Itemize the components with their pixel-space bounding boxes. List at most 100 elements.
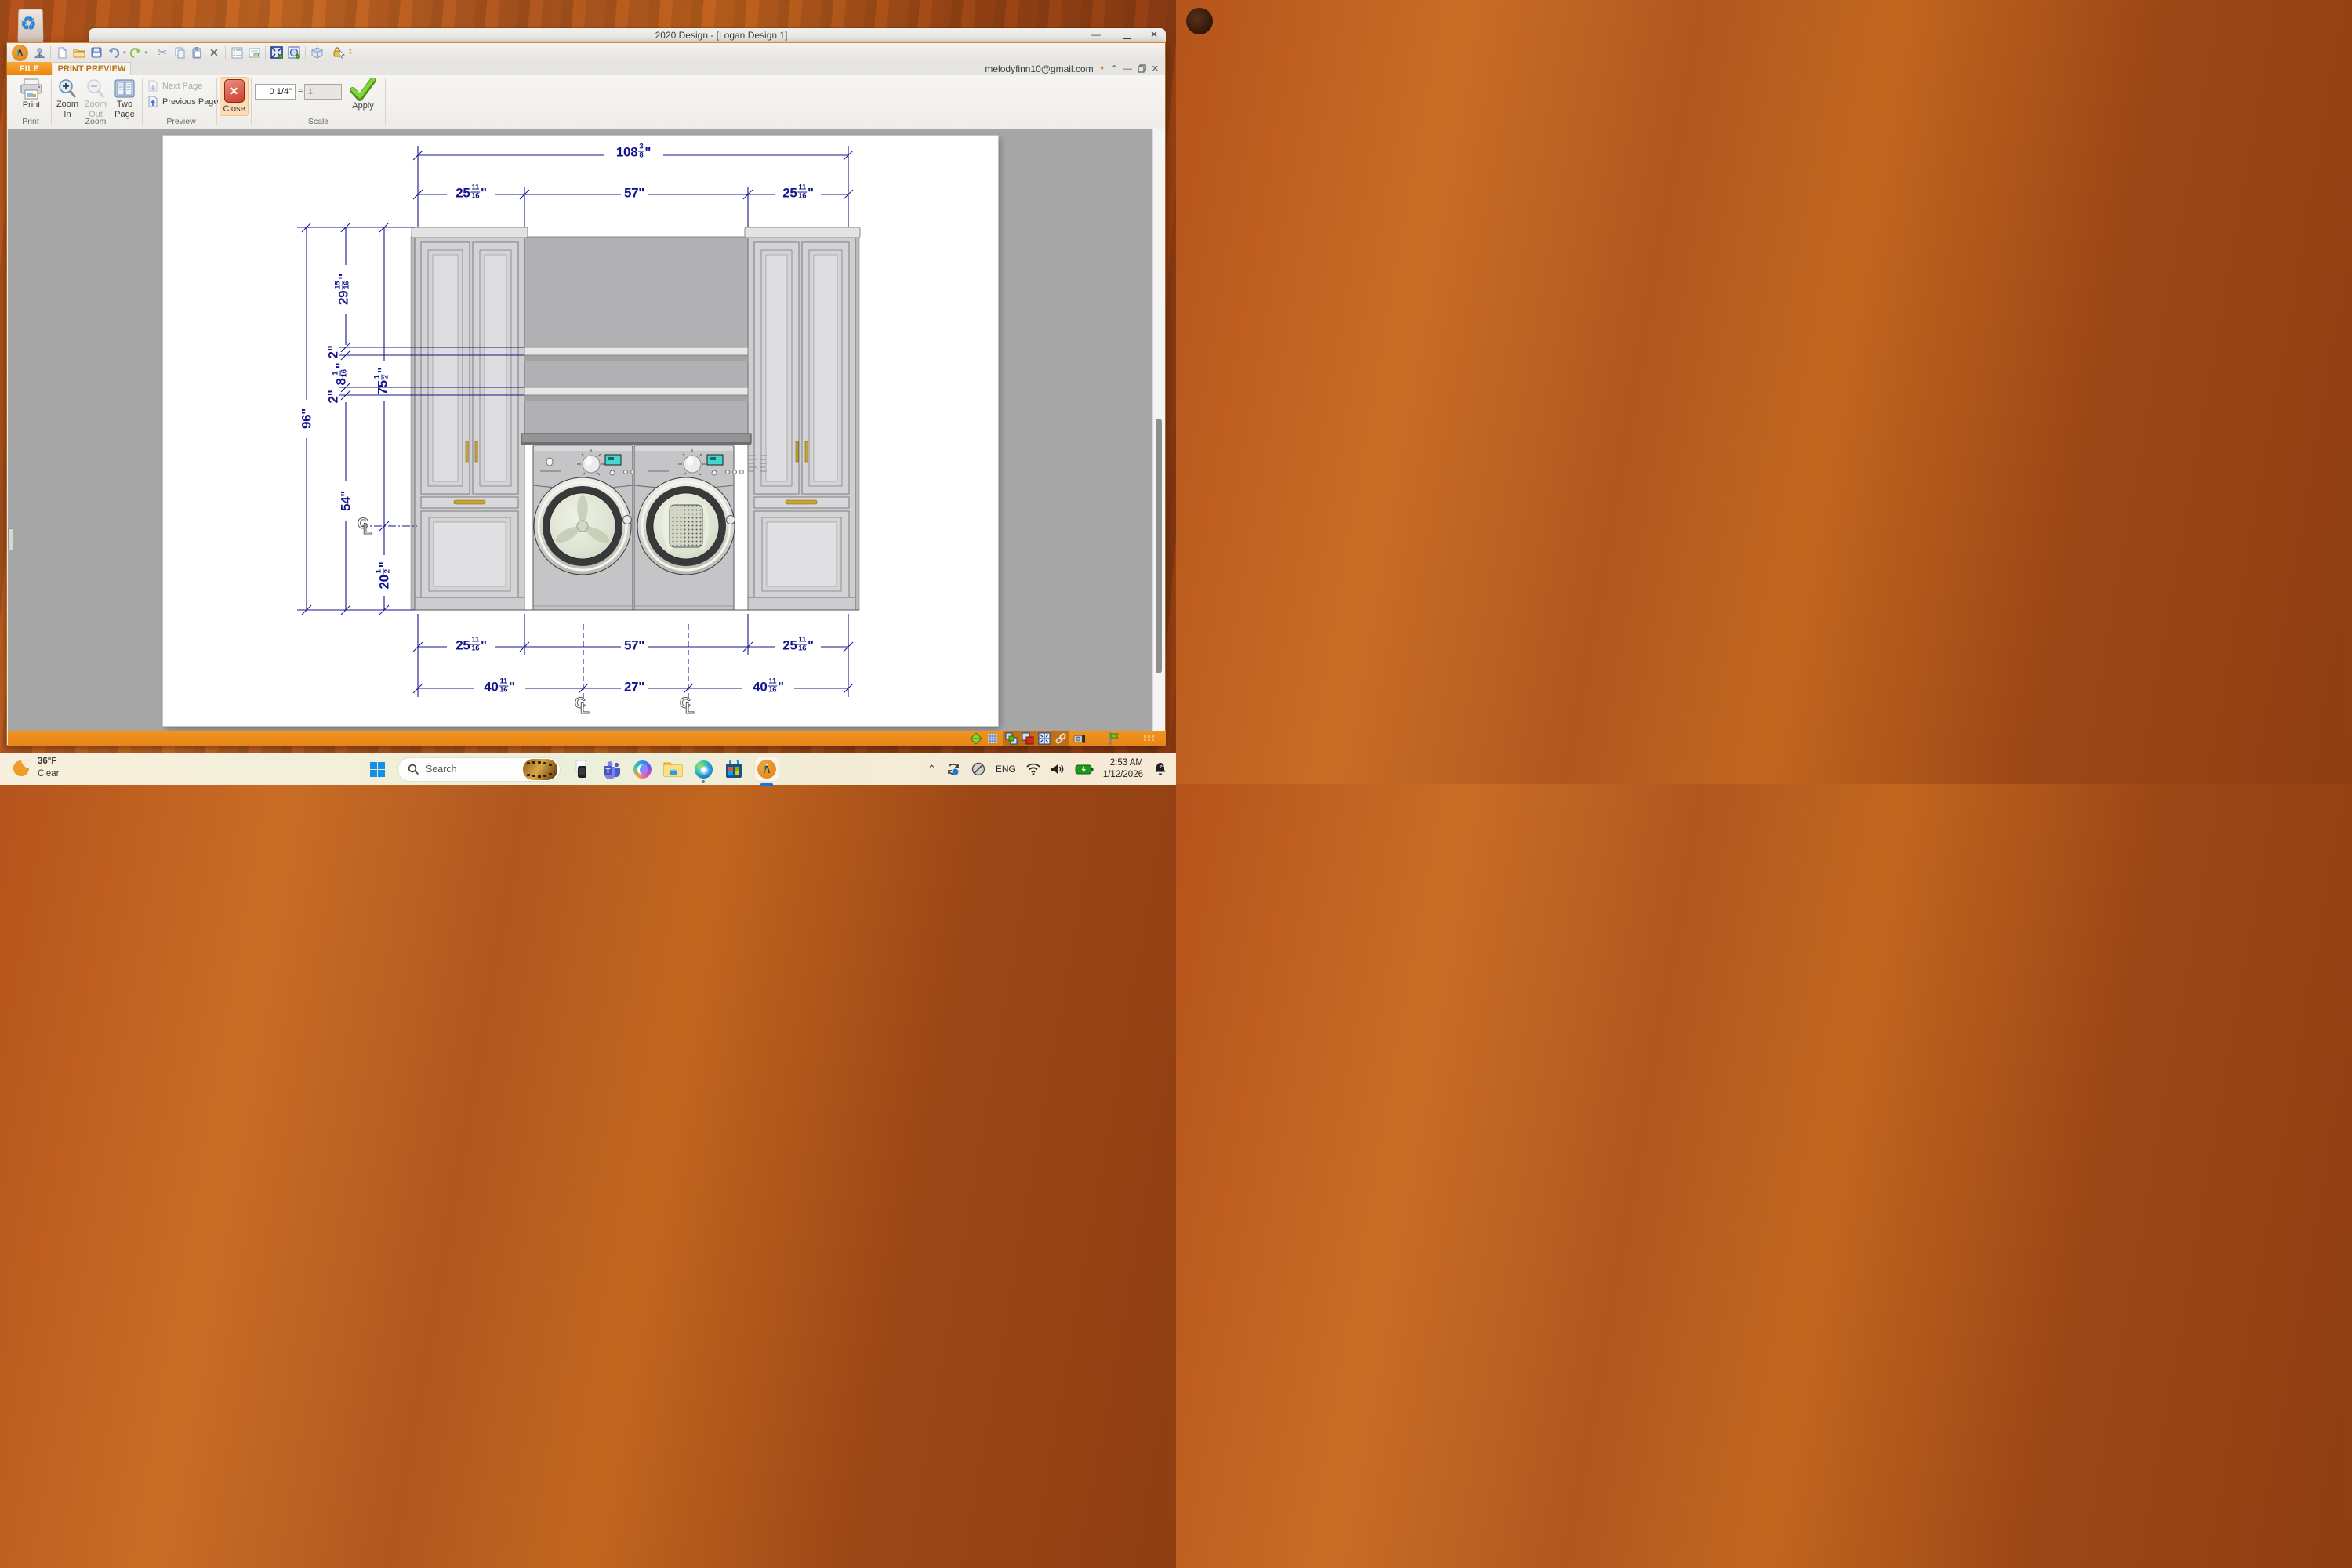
doc-restore-icon[interactable] — [1138, 64, 1146, 73]
camera-icon[interactable] — [1073, 732, 1086, 745]
scale-value-input[interactable]: 0 1/4" — [255, 84, 296, 100]
file-explorer-icon[interactable] — [662, 759, 683, 779]
taskbar-clock[interactable]: 2:53 AM 1/12/2026 — [1103, 757, 1143, 781]
grid-icon[interactable] — [986, 732, 999, 745]
flag-icon[interactable] — [1107, 732, 1120, 745]
dim-below-shelves: 54" — [339, 491, 353, 511]
dim-shelf-gap: 8116" — [333, 363, 350, 386]
dim-top-right: 251116" — [782, 185, 814, 201]
design-app-taskbar-icon[interactable] — [754, 757, 779, 782]
preview-canvas[interactable]: 10838" 251116" 57" 251116" 96" 291516" 2… — [8, 129, 1153, 731]
dim-bottom-center: 57" — [624, 639, 644, 652]
zoom-in-button[interactable]: ZoomIn — [54, 78, 81, 120]
panel-collapse-handle[interactable] — [8, 528, 13, 550]
doc-minimize-icon[interactable]: — — [1123, 64, 1132, 74]
apply-button[interactable]: Apply — [346, 78, 380, 111]
wifi-icon[interactable] — [1025, 763, 1041, 775]
fit-view-icon[interactable] — [1038, 732, 1051, 745]
undo-dropdown-icon[interactable]: ▾ — [123, 49, 126, 56]
zoom-extents-icon[interactable] — [270, 45, 284, 60]
copy-icon[interactable] — [172, 45, 187, 60]
dim-top-left: 251116" — [456, 185, 487, 201]
scale-equals: = — [298, 86, 303, 96]
open-folder-icon[interactable] — [72, 45, 86, 60]
search-box[interactable]: Search — [397, 757, 561, 782]
user-profile-icon[interactable] — [32, 45, 46, 60]
delete-icon[interactable]: ✕ — [207, 45, 221, 60]
item-list-icon[interactable] — [230, 45, 244, 60]
wallpaper-detail — [1186, 8, 1213, 34]
tray-chevron-icon[interactable]: ⌃ — [927, 763, 936, 775]
new-document-icon[interactable] — [55, 45, 69, 60]
form-view-icon[interactable] — [247, 45, 261, 60]
weather-condition: Clear — [38, 769, 59, 779]
save-icon[interactable] — [89, 45, 103, 60]
account-dropdown-icon[interactable]: ▼ — [1099, 65, 1105, 72]
edge-icon[interactable] — [693, 759, 713, 779]
close-preview-button[interactable]: ✕ Close — [220, 77, 249, 116]
centerline-symbol-washer: CL — [575, 695, 592, 716]
app-logo-icon[interactable] — [12, 45, 28, 61]
scale-target-input[interactable]: 1' — [304, 84, 342, 100]
doc-close-icon[interactable]: ✕ — [1152, 64, 1159, 74]
overlap-objects-icon[interactable] — [1022, 732, 1034, 745]
centerline-symbol-left: CL — [358, 516, 375, 536]
taskbar: 36°F Clear Search — [0, 753, 1176, 785]
collapse-ribbon-icon[interactable]: ⌃ — [1111, 64, 1118, 74]
redo-dropdown-icon[interactable]: ▾ — [145, 49, 148, 56]
copilot-icon[interactable] — [632, 759, 652, 779]
app-window: ▾ ▾ ✂ ✕ ▾▾ FILE PRINT PREVIEW melodyfinn… — [6, 42, 1166, 746]
language-indicator[interactable]: ENG — [996, 764, 1016, 775]
start-button[interactable] — [367, 759, 387, 779]
scrollbar-thumb[interactable] — [1156, 419, 1162, 673]
elevation-toggle-icon[interactable] — [970, 732, 982, 745]
recycle-arrows-icon: ♻ — [20, 13, 37, 34]
recycle-bin-icon[interactable]: ♻ — [16, 4, 45, 43]
vertical-scrollbar[interactable] — [1152, 129, 1165, 731]
tray-date: 1/12/2026 — [1103, 770, 1143, 779]
snap-objects-icon[interactable] — [1005, 732, 1018, 745]
tab-file[interactable]: FILE — [7, 62, 52, 75]
teams-icon[interactable] — [601, 759, 622, 779]
zoom-out-button[interactable]: ZoomOut — [82, 78, 109, 120]
search-highlight-image[interactable] — [523, 759, 557, 780]
next-page-button[interactable]: Next Page — [147, 80, 202, 93]
link-icon[interactable] — [1054, 732, 1067, 745]
print-button[interactable]: Print — [15, 78, 48, 111]
notification-bell-icon[interactable]: zz — [1152, 761, 1168, 777]
maximize-button[interactable] — [1115, 28, 1138, 42]
previous-page-button[interactable]: Previous Page — [147, 96, 219, 108]
account-email[interactable]: melodyfinn10@gmail.com — [985, 64, 1093, 74]
cut-icon[interactable]: ✂ — [155, 45, 169, 60]
paste-icon[interactable] — [190, 45, 204, 60]
redo-icon[interactable] — [129, 45, 143, 60]
store-icon[interactable] — [724, 759, 744, 779]
phone-link-icon[interactable] — [571, 759, 591, 779]
close-window-button[interactable]: ✕ — [1142, 28, 1166, 42]
toolbar-separator — [50, 46, 51, 59]
elevation-room — [411, 227, 860, 610]
toolbar-overflow-icon[interactable]: ▾▾ — [349, 49, 352, 56]
minimize-button[interactable]: — — [1084, 28, 1108, 42]
battery-icon[interactable] — [1075, 764, 1094, 775]
3d-cube-icon[interactable] — [310, 45, 324, 60]
dim-top-center: 57" — [624, 187, 644, 200]
dim-total-height: 96" — [300, 408, 314, 429]
undo-icon[interactable] — [107, 45, 121, 60]
toolbar-separator — [305, 46, 306, 59]
lock-cursor-icon[interactable] — [332, 45, 347, 60]
close-x-icon: ✕ — [224, 79, 245, 103]
tab-print-preview[interactable]: PRINT PREVIEW — [53, 62, 131, 75]
taskbar-weather[interactable]: 36°F Clear — [11, 756, 59, 780]
onedrive-sync-icon[interactable] — [946, 761, 961, 777]
weather-moon-icon — [11, 757, 32, 779]
dim-shelf-top: 2" — [327, 346, 340, 359]
status-muted-icon[interactable] — [971, 761, 986, 777]
dim-overall-width: 10838" — [616, 144, 651, 161]
volume-icon[interactable] — [1051, 763, 1065, 775]
resize-grip[interactable] — [1144, 735, 1155, 741]
print-page: 10838" 251116" 57" 251116" 96" 291516" 2… — [163, 136, 998, 726]
two-page-button[interactable]: TwoPage — [111, 78, 139, 120]
group-separator — [251, 78, 252, 125]
zoom-region-icon[interactable] — [287, 45, 301, 60]
